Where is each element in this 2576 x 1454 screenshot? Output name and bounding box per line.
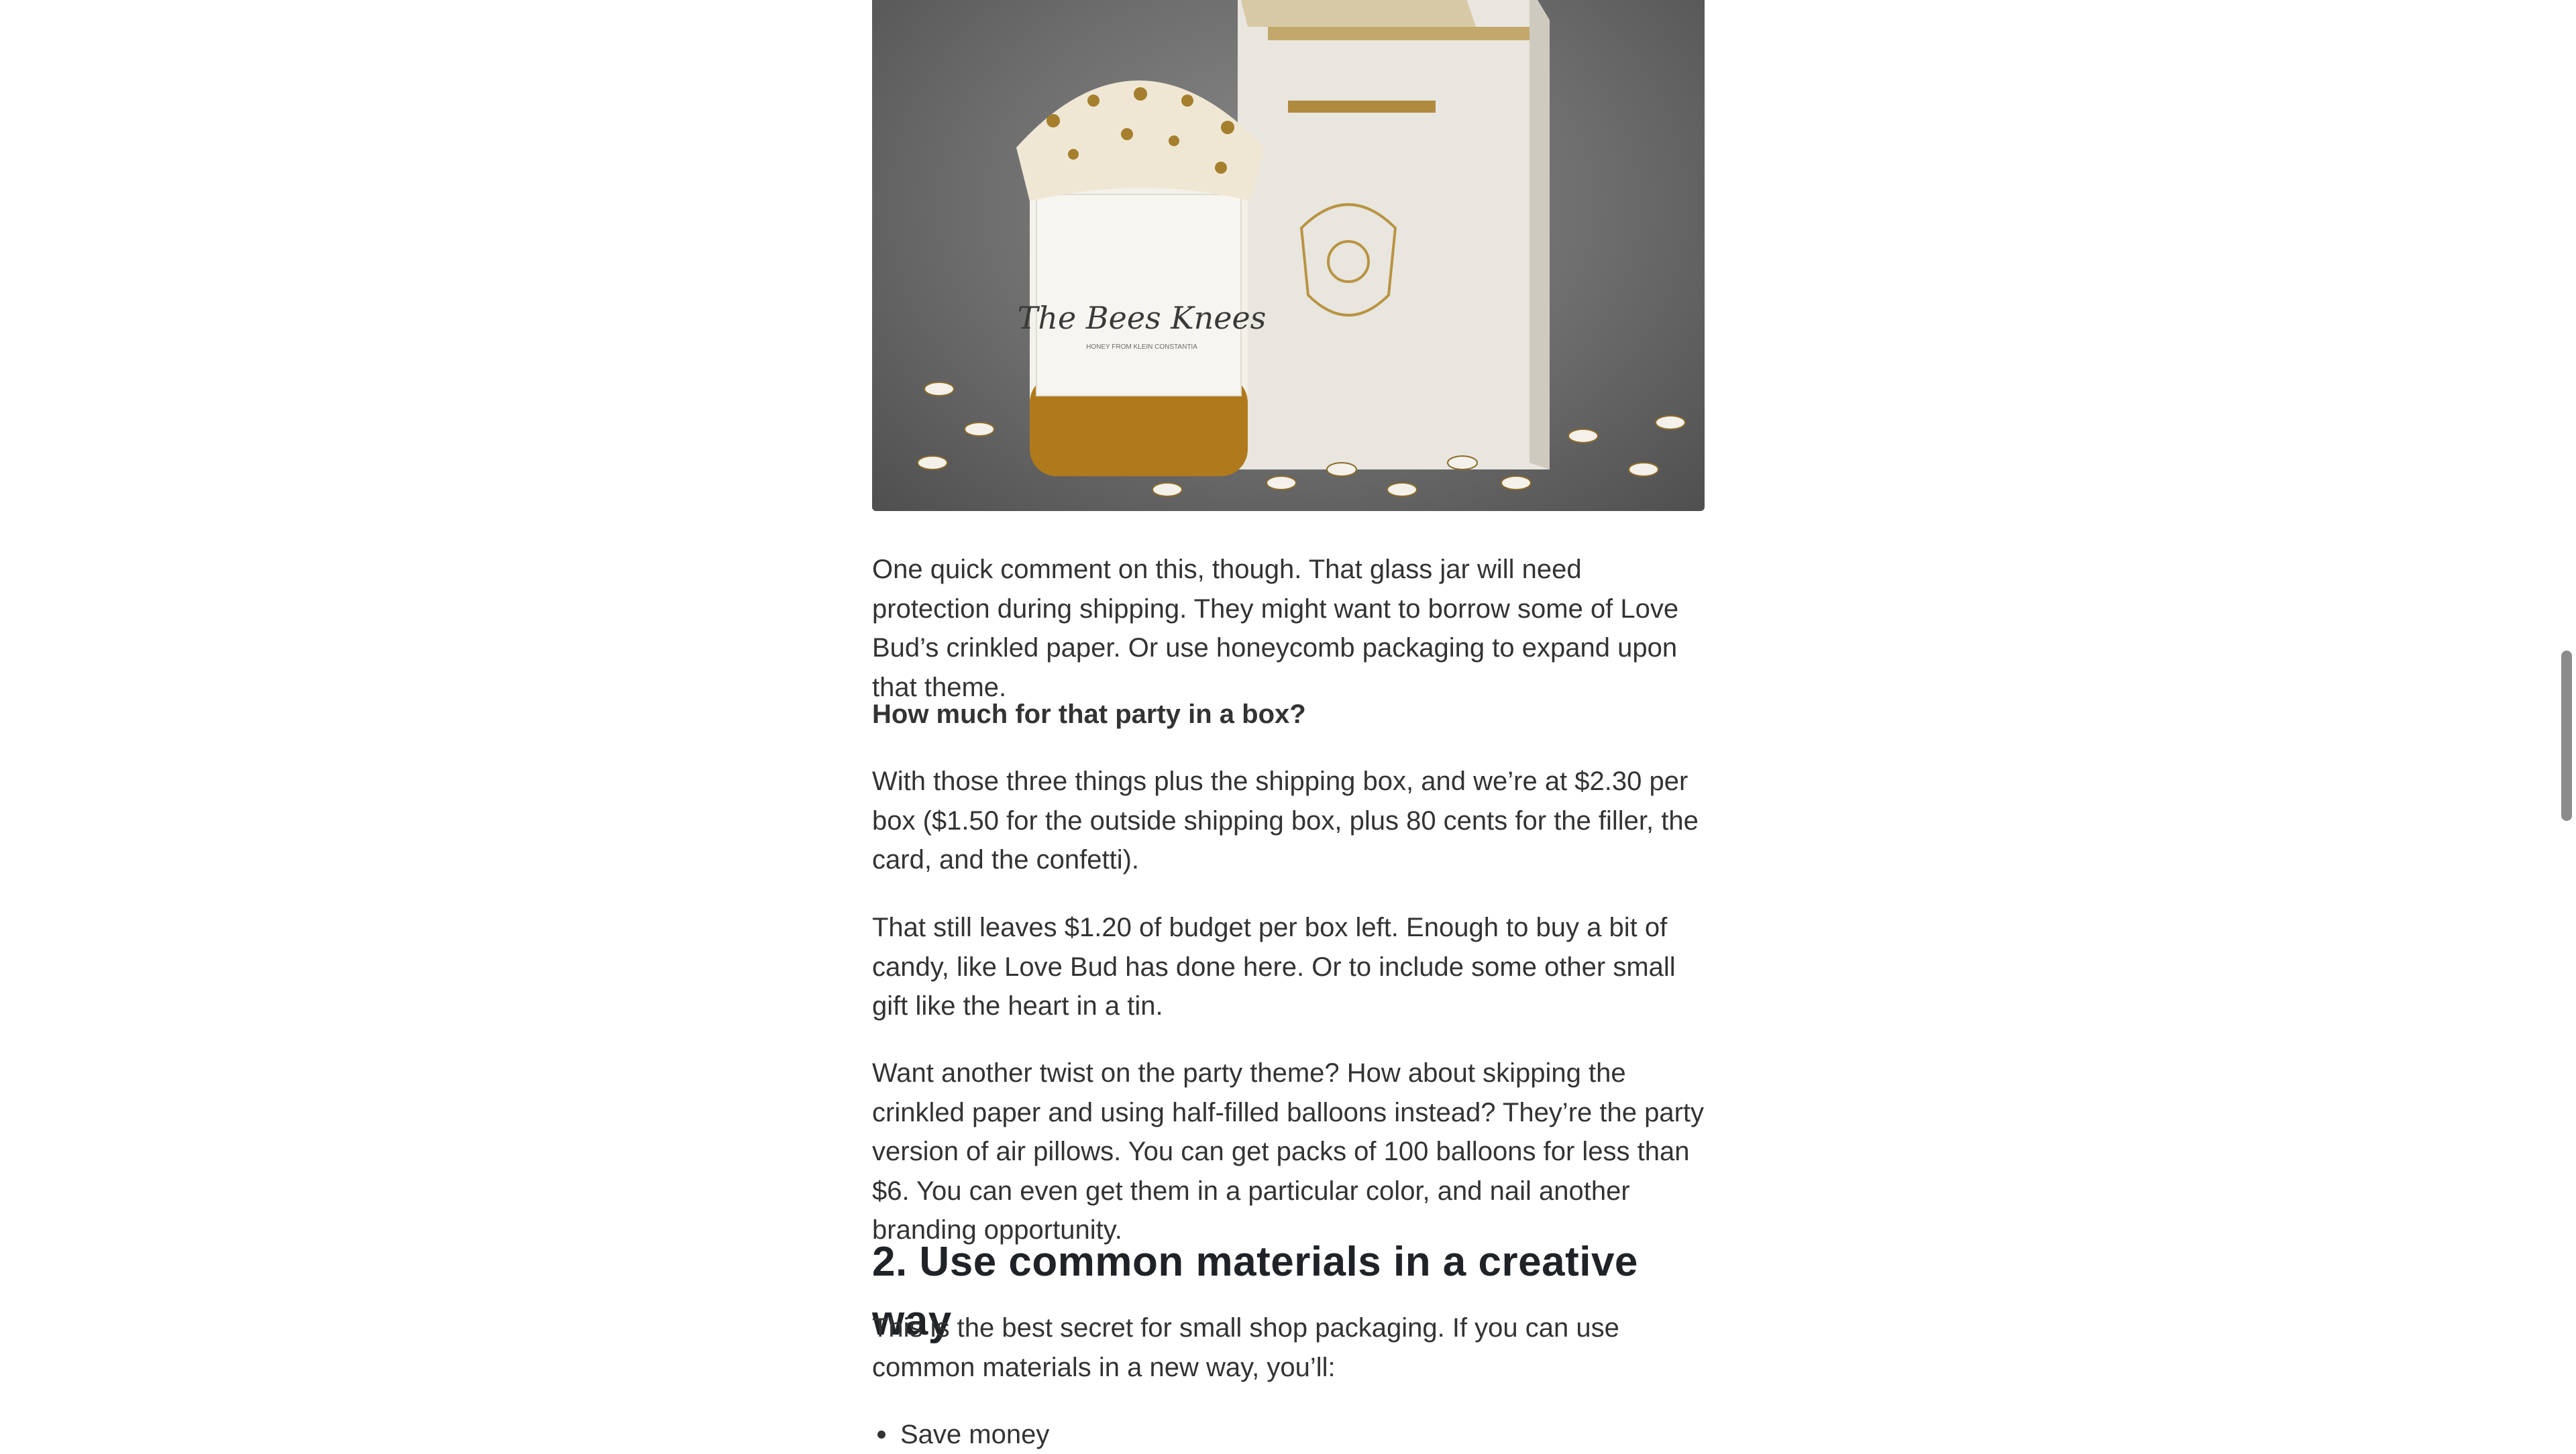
- svg-text:The Bees Knees: The Bees Knees: [1018, 300, 1267, 336]
- svg-text:HONEY FROM KLEIN CONSTANTIA: HONEY FROM KLEIN CONSTANTIA: [1086, 343, 1197, 351]
- list-item: Save money: [872, 1415, 1049, 1454]
- paragraph-glass-jar: One quick comment on this, though. That …: [872, 555, 1679, 702]
- honey-jar-illustration: The Bees Knees HONEY FROM KLEIN CONSTANT…: [917, 0, 1686, 497]
- paragraph-common-materials: This is the best secret for small shop p…: [872, 1313, 1619, 1382]
- bullet-icon: [877, 1431, 885, 1439]
- paragraph-subheading-price: How much for that party in a box?: [872, 700, 1306, 729]
- article-column: The Bees Knees HONEY FROM KLEIN CONSTANT…: [872, 0, 1705, 1449]
- paragraph-balloons: Want another twist on the party theme? H…: [872, 1058, 1705, 1245]
- benefits-list: Save money: [872, 1415, 1049, 1454]
- paragraph-cost-breakdown: With those three things plus the shippin…: [872, 767, 1699, 875]
- list-item-text: Save money: [900, 1420, 1050, 1449]
- product-photo: The Bees Knees HONEY FROM KLEIN CONSTANT…: [872, 0, 1705, 511]
- scrollbar-thumb[interactable]: [2561, 651, 2572, 821]
- paragraph-budget-left: That still leaves $1.20 of budget per bo…: [872, 913, 1676, 1021]
